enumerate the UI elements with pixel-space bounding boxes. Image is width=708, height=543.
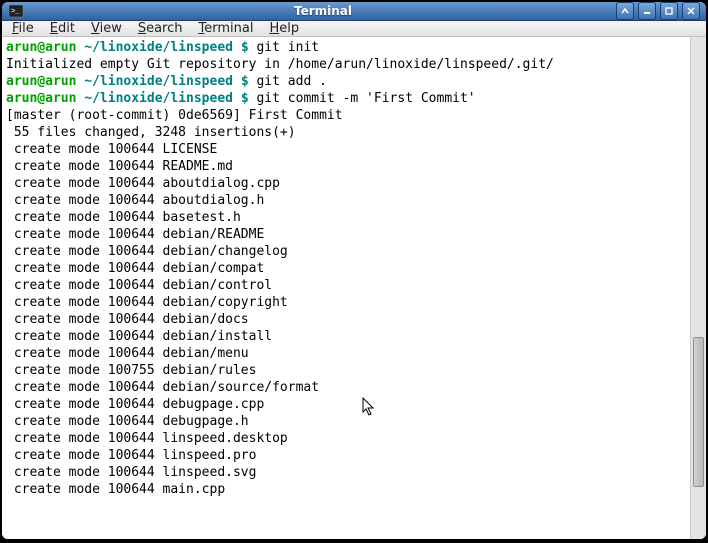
scrollbar[interactable]	[690, 37, 706, 539]
window-title: Terminal	[30, 4, 616, 18]
menubar: File Edit View Search Terminal Help	[2, 21, 706, 37]
menu-edit[interactable]: Edit	[50, 21, 75, 36]
prompt-line: arun@arun ~/linoxide/linspeed $ git init	[6, 39, 686, 56]
menu-help[interactable]: Help	[269, 21, 299, 36]
svg-text:>_: >_	[11, 8, 20, 16]
menu-file[interactable]: File	[12, 21, 34, 36]
output-line: create mode 100644 LICENSE	[6, 141, 686, 158]
close-button[interactable]	[682, 2, 700, 20]
output-line: create mode 100644 debian/docs	[6, 311, 686, 328]
terminal-window: >_ Terminal File Edit View Search Termin…	[2, 2, 706, 539]
terminal-icon: >_	[8, 3, 24, 19]
rollup-button[interactable]	[616, 2, 634, 20]
minimize-button[interactable]	[638, 2, 656, 20]
output-line: create mode 100644 debian/source/format	[6, 379, 686, 396]
output-line: create mode 100644 linspeed.desktop	[6, 430, 686, 447]
prompt-line: arun@arun ~/linoxide/linspeed $ git comm…	[6, 90, 686, 107]
output-line: create mode 100644 main.cpp	[6, 481, 686, 498]
output-line: create mode 100644 debian/control	[6, 277, 686, 294]
output-line: Initialized empty Git repository in /hom…	[6, 56, 686, 73]
menu-view[interactable]: View	[91, 21, 122, 36]
menu-terminal[interactable]: Terminal	[199, 21, 254, 36]
output-line: create mode 100644 debugpage.h	[6, 413, 686, 430]
output-line: [master (root-commit) 0de6569] First Com…	[6, 107, 686, 124]
terminal-output[interactable]: arun@arun ~/linoxide/linspeed $ git init…	[2, 37, 690, 539]
output-line: create mode 100644 debian/copyright	[6, 294, 686, 311]
output-line: create mode 100644 aboutdialog.h	[6, 192, 686, 209]
output-line: create mode 100644 debian/README	[6, 226, 686, 243]
output-line: create mode 100755 debian/rules	[6, 362, 686, 379]
output-line: create mode 100644 debugpage.cpp	[6, 396, 686, 413]
output-line: create mode 100644 README.md	[6, 158, 686, 175]
prompt-line: arun@arun ~/linoxide/linspeed $ git add …	[6, 73, 686, 90]
window-controls	[616, 2, 700, 20]
titlebar[interactable]: >_ Terminal	[2, 2, 706, 21]
output-line: create mode 100644 debian/compat	[6, 260, 686, 277]
output-line: create mode 100644 basetest.h	[6, 209, 686, 226]
scrollbar-thumb[interactable]	[693, 337, 704, 487]
output-line: 55 files changed, 3248 insertions(+)	[6, 124, 686, 141]
menu-search[interactable]: Search	[138, 21, 183, 36]
output-line: create mode 100644 aboutdialog.cpp	[6, 175, 686, 192]
output-line: create mode 100644 linspeed.svg	[6, 464, 686, 481]
output-line: create mode 100644 debian/menu	[6, 345, 686, 362]
output-line: create mode 100644 linspeed.pro	[6, 447, 686, 464]
maximize-button[interactable]	[660, 2, 678, 20]
output-line: create mode 100644 debian/install	[6, 328, 686, 345]
terminal-area: arun@arun ~/linoxide/linspeed $ git init…	[2, 37, 706, 539]
output-line: create mode 100644 debian/changelog	[6, 243, 686, 260]
